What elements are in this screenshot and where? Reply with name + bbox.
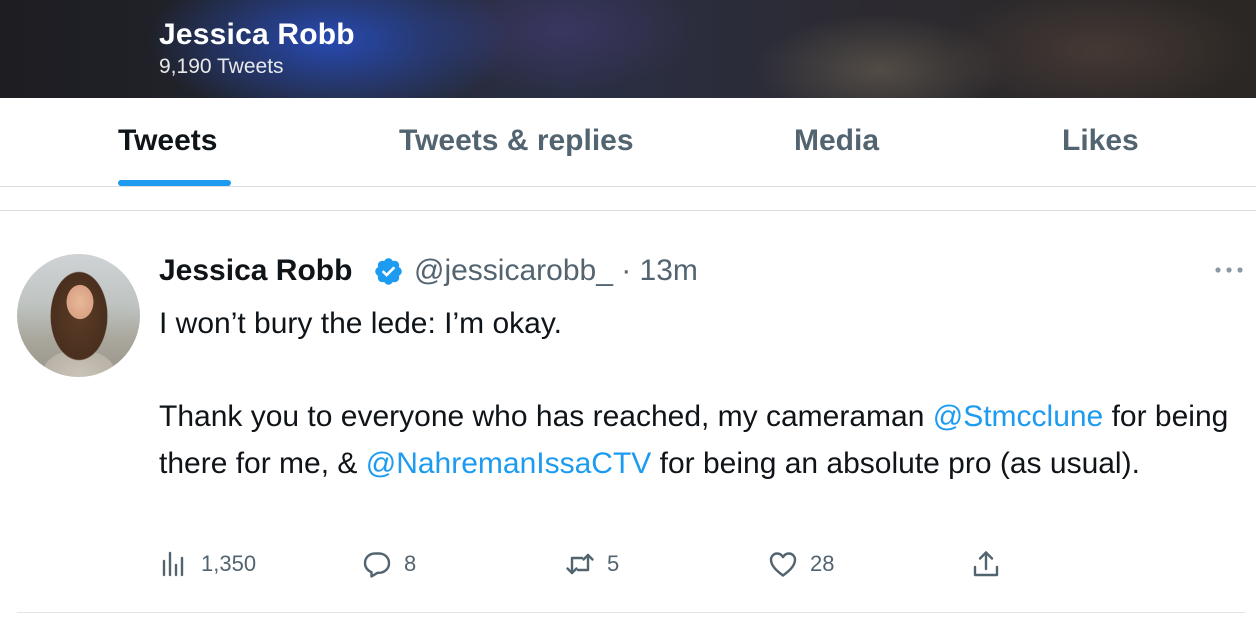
header-profile-name: Jessica Robb (159, 18, 355, 51)
profile-header-banner: Jessica Robb 9,190 Tweets (0, 0, 1256, 98)
tab-likes[interactable]: Likes (1062, 124, 1139, 158)
views-button[interactable]: 1,350 (159, 546, 256, 582)
views-icon (162, 551, 184, 577)
tweet-text-part: Thank you to everyone who has reached, m… (159, 400, 933, 433)
tweet-text: I won’t bury the lede: I’m okay. Thank y… (159, 301, 1239, 487)
mention-link-stmcclune[interactable]: @Stmcclune (933, 400, 1104, 433)
divider (0, 210, 1256, 211)
like-icon (769, 552, 797, 577)
tweet-text-paragraph2: Thank you to everyone who has reached, m… (159, 394, 1239, 487)
like-count: 28 (810, 551, 835, 576)
reply-count: 8 (404, 551, 417, 576)
profile-tabs: Tweets Tweets & replies Media Likes (0, 98, 1256, 187)
divider (17, 612, 1245, 613)
reply-button[interactable]: 8 (362, 546, 416, 582)
tweet-text-part: for being an absolute pro (as usual). (651, 446, 1140, 480)
header-tweet-count: 9,190 Tweets (159, 55, 284, 78)
reply-icon (363, 552, 391, 578)
tweet-text-line1: I won’t bury the lede: I’m okay. (159, 307, 562, 340)
mention-link-nahremanissactv[interactable]: @NahremanIssaCTV (366, 447, 652, 480)
like-button[interactable]: 28 (768, 546, 834, 582)
views-count: 1,350 (201, 551, 257, 576)
tab-tweets[interactable]: Tweets (118, 124, 217, 158)
retweet-button[interactable]: 5 (565, 546, 619, 582)
tab-media[interactable]: Media (794, 124, 879, 158)
verified-badge-icon (375, 258, 402, 285)
share-button[interactable] (971, 546, 1001, 582)
tweet-author-name[interactable]: Jessica Robb (159, 254, 352, 288)
avatar[interactable] (17, 254, 140, 377)
active-tab-indicator (118, 180, 231, 186)
more-icon[interactable] (1213, 264, 1245, 276)
share-icon (973, 551, 999, 577)
retweet-icon (566, 553, 594, 575)
tweet-handle-and-time[interactable]: @jessicarobb_ · 13m (414, 254, 698, 288)
tab-tweets-and-replies[interactable]: Tweets & replies (399, 124, 634, 158)
retweet-count: 5 (607, 551, 620, 576)
